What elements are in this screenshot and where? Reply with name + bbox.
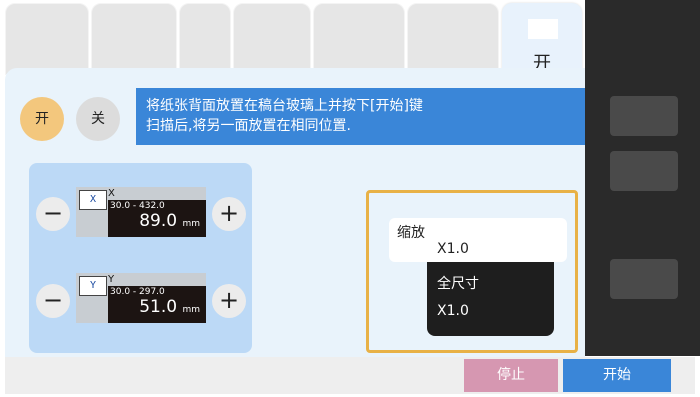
instruction-line-1: 将纸张背面放置在稿台玻璃上并按下[开始]键 <box>146 98 423 114</box>
x-value: 89.0 mm <box>139 211 200 231</box>
x-range: 30.0 - 432.0 <box>110 201 165 211</box>
zoom-current: X1.0 <box>437 241 469 257</box>
side-button-1[interactable] <box>610 96 678 136</box>
x-axis-icon: X <box>79 190 107 210</box>
tab-icon <box>528 19 558 39</box>
mode-on-button[interactable]: 开 <box>20 97 64 141</box>
tab-3[interactable] <box>179 3 231 75</box>
start-button[interactable]: 开始 <box>563 359 671 392</box>
tab-5[interactable] <box>313 3 405 75</box>
zoom-label: 缩放 <box>397 225 425 241</box>
screen: 开 开 关 将纸张背面放置在稿台玻璃上并按下[开始]键 扫描后,将另一面放置在相… <box>0 0 700 397</box>
zoom-option-x1[interactable]: X1.0 <box>437 303 469 319</box>
mode-off-button[interactable]: 关 <box>76 97 120 141</box>
zoom-selector[interactable]: 缩放 X1.0 <box>389 218 567 262</box>
x-axis-label: X <box>108 188 115 199</box>
x-field[interactable]: X X 30.0 - 432.0 89.0 mm <box>76 187 206 237</box>
y-field[interactable]: Y Y 30.0 - 297.0 51.0 mm <box>76 273 206 323</box>
zoom-dropdown: 全尺寸 X1.0 <box>427 262 554 336</box>
top-tab-strip: 开 <box>0 0 585 80</box>
y-range: 30.0 - 297.0 <box>110 287 165 297</box>
y-axis-label: Y <box>108 274 115 285</box>
y-plus-button[interactable]: + <box>212 284 246 318</box>
zoom-option-full-size[interactable]: 全尺寸 <box>437 273 479 293</box>
y-minus-button[interactable]: − <box>36 284 70 318</box>
right-side-panel <box>585 0 700 356</box>
side-button-3[interactable] <box>610 259 678 299</box>
side-button-2[interactable] <box>610 151 678 191</box>
y-value: 51.0 mm <box>139 297 200 317</box>
tab-1[interactable] <box>5 3 89 75</box>
instruction-banner: 将纸张背面放置在稿台玻璃上并按下[开始]键 扫描后,将另一面放置在相同位置. <box>136 88 585 145</box>
x-minus-button[interactable]: − <box>36 197 70 231</box>
tab-4[interactable] <box>233 3 311 75</box>
tab-2[interactable] <box>91 3 177 75</box>
x-plus-button[interactable]: + <box>212 197 246 231</box>
y-axis-icon: Y <box>79 276 107 296</box>
stop-button[interactable]: 停止 <box>464 359 558 392</box>
zoom-panel: 缩放 X1.0 全尺寸 X1.0 <box>366 190 578 353</box>
tab-6[interactable] <box>407 3 499 75</box>
instruction-line-2: 扫描后,将另一面放置在相同位置. <box>146 118 351 134</box>
